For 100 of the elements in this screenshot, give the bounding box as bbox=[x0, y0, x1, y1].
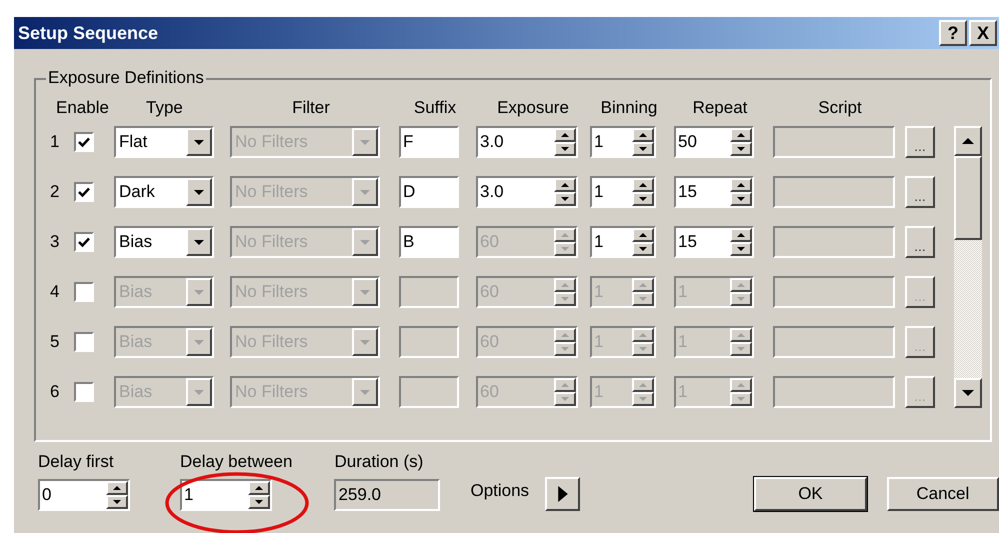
down-arrow-icon bbox=[360, 140, 370, 144]
check-icon bbox=[78, 236, 90, 248]
up-arrow-icon bbox=[561, 183, 569, 187]
down-arrow-icon bbox=[737, 297, 745, 301]
down-arrow-icon bbox=[962, 390, 974, 396]
field-label: Delay between bbox=[180, 451, 292, 473]
close-button[interactable]: X bbox=[969, 20, 997, 46]
down-arrow-icon bbox=[561, 197, 569, 201]
browse-button[interactable]: ... bbox=[905, 176, 935, 208]
down-arrow-icon bbox=[561, 247, 569, 251]
right-arrow-icon bbox=[558, 486, 568, 502]
down-arrow-icon bbox=[737, 347, 745, 351]
suffix-field[interactable]: D bbox=[399, 176, 459, 208]
down-arrow-icon bbox=[737, 397, 745, 401]
repeat-spinner[interactable]: 50 bbox=[674, 126, 754, 158]
down-arrow-icon bbox=[194, 240, 204, 244]
down-arrow-icon bbox=[561, 147, 569, 151]
enable-checkbox[interactable] bbox=[74, 382, 94, 402]
check-icon bbox=[78, 136, 90, 148]
column-header: Suffix bbox=[412, 97, 458, 120]
down-arrow-icon bbox=[639, 397, 647, 401]
binning-spinner[interactable]: 1 bbox=[590, 176, 656, 208]
up-arrow-icon bbox=[561, 233, 569, 237]
enable-checkbox[interactable] bbox=[74, 282, 94, 302]
scrollbar[interactable] bbox=[954, 126, 982, 408]
up-arrow-icon bbox=[737, 283, 745, 287]
up-arrow-icon bbox=[737, 383, 745, 387]
column-header: Enable bbox=[56, 97, 110, 120]
down-arrow-icon bbox=[194, 390, 204, 394]
down-arrow-icon bbox=[360, 290, 370, 294]
column-header: Type bbox=[145, 97, 184, 120]
delay-between-spinner[interactable]: 1 bbox=[180, 479, 272, 511]
row-number: 6 bbox=[50, 381, 60, 404]
repeat-spinner[interactable]: 15 bbox=[674, 176, 754, 208]
down-arrow-icon bbox=[737, 247, 745, 251]
column-header: Filter bbox=[291, 97, 331, 120]
field-label: Delay first bbox=[38, 451, 115, 473]
up-arrow-icon bbox=[561, 333, 569, 337]
up-arrow-icon bbox=[639, 183, 647, 187]
browse-button[interactable]: ... bbox=[905, 126, 935, 158]
up-arrow-icon bbox=[561, 383, 569, 387]
down-arrow-icon bbox=[639, 147, 647, 151]
type-dropdown[interactable]: Bias bbox=[114, 226, 214, 258]
down-arrow-icon bbox=[561, 397, 569, 401]
help-button[interactable]: ? bbox=[939, 20, 967, 46]
column-header: Repeat bbox=[692, 97, 748, 120]
enable-checkbox[interactable] bbox=[74, 132, 94, 152]
down-arrow-icon bbox=[194, 340, 204, 344]
scroll-up-button[interactable] bbox=[954, 126, 982, 156]
field-label: Duration (s) bbox=[334, 451, 424, 473]
enable-checkbox[interactable] bbox=[74, 182, 94, 202]
type-dropdown[interactable]: Flat bbox=[114, 126, 214, 158]
repeat-spinner[interactable]: 15 bbox=[674, 226, 754, 258]
enable-checkbox[interactable] bbox=[74, 232, 94, 252]
up-arrow-icon bbox=[639, 283, 647, 287]
down-arrow-icon bbox=[737, 197, 745, 201]
down-arrow-icon bbox=[360, 340, 370, 344]
up-arrow-icon bbox=[561, 283, 569, 287]
down-arrow-icon bbox=[194, 140, 204, 144]
exposure-spinner[interactable]: 3.0 bbox=[476, 126, 578, 158]
up-arrow-icon bbox=[561, 133, 569, 137]
down-arrow-icon bbox=[360, 390, 370, 394]
delay-first-spinner[interactable]: 0 bbox=[38, 479, 130, 511]
row-number: 3 bbox=[50, 231, 60, 254]
up-arrow-icon bbox=[962, 138, 974, 144]
type-dropdown[interactable]: Dark bbox=[114, 176, 214, 208]
down-arrow-icon bbox=[360, 190, 370, 194]
column-header: Binning bbox=[600, 97, 658, 120]
up-arrow-icon bbox=[113, 486, 121, 490]
up-arrow-icon bbox=[737, 183, 745, 187]
up-arrow-icon bbox=[737, 133, 745, 137]
exposure-spinner[interactable]: 3.0 bbox=[476, 176, 578, 208]
down-arrow-icon bbox=[113, 500, 121, 504]
binning-spinner[interactable]: 1 bbox=[590, 126, 656, 158]
binning-spinner[interactable]: 1 bbox=[590, 226, 656, 258]
up-arrow-icon bbox=[639, 333, 647, 337]
options-button[interactable] bbox=[545, 477, 580, 511]
row-number: 5 bbox=[50, 331, 60, 354]
up-arrow-icon bbox=[737, 333, 745, 337]
ok-button[interactable]: OK bbox=[754, 477, 867, 511]
down-arrow-icon bbox=[255, 500, 263, 504]
row-number: 4 bbox=[50, 281, 60, 304]
window-title: Setup Sequence bbox=[18, 22, 160, 45]
scroll-down-button[interactable] bbox=[954, 378, 982, 408]
check-icon bbox=[78, 186, 90, 198]
browse-button[interactable]: ... bbox=[905, 226, 935, 258]
down-arrow-icon bbox=[737, 147, 745, 151]
duration-field: 259.0 bbox=[334, 479, 440, 511]
down-arrow-icon bbox=[639, 247, 647, 251]
up-arrow-icon bbox=[639, 233, 647, 237]
cancel-button[interactable]: Cancel bbox=[886, 477, 999, 511]
column-header: Exposure bbox=[496, 97, 570, 120]
enable-checkbox[interactable] bbox=[74, 332, 94, 352]
scroll-thumb[interactable] bbox=[954, 156, 982, 240]
up-arrow-icon bbox=[737, 233, 745, 237]
options-label: Options bbox=[470, 480, 530, 502]
down-arrow-icon bbox=[360, 240, 370, 244]
down-arrow-icon bbox=[194, 190, 204, 194]
suffix-field[interactable]: F bbox=[399, 126, 459, 158]
suffix-field[interactable]: B bbox=[399, 226, 459, 258]
